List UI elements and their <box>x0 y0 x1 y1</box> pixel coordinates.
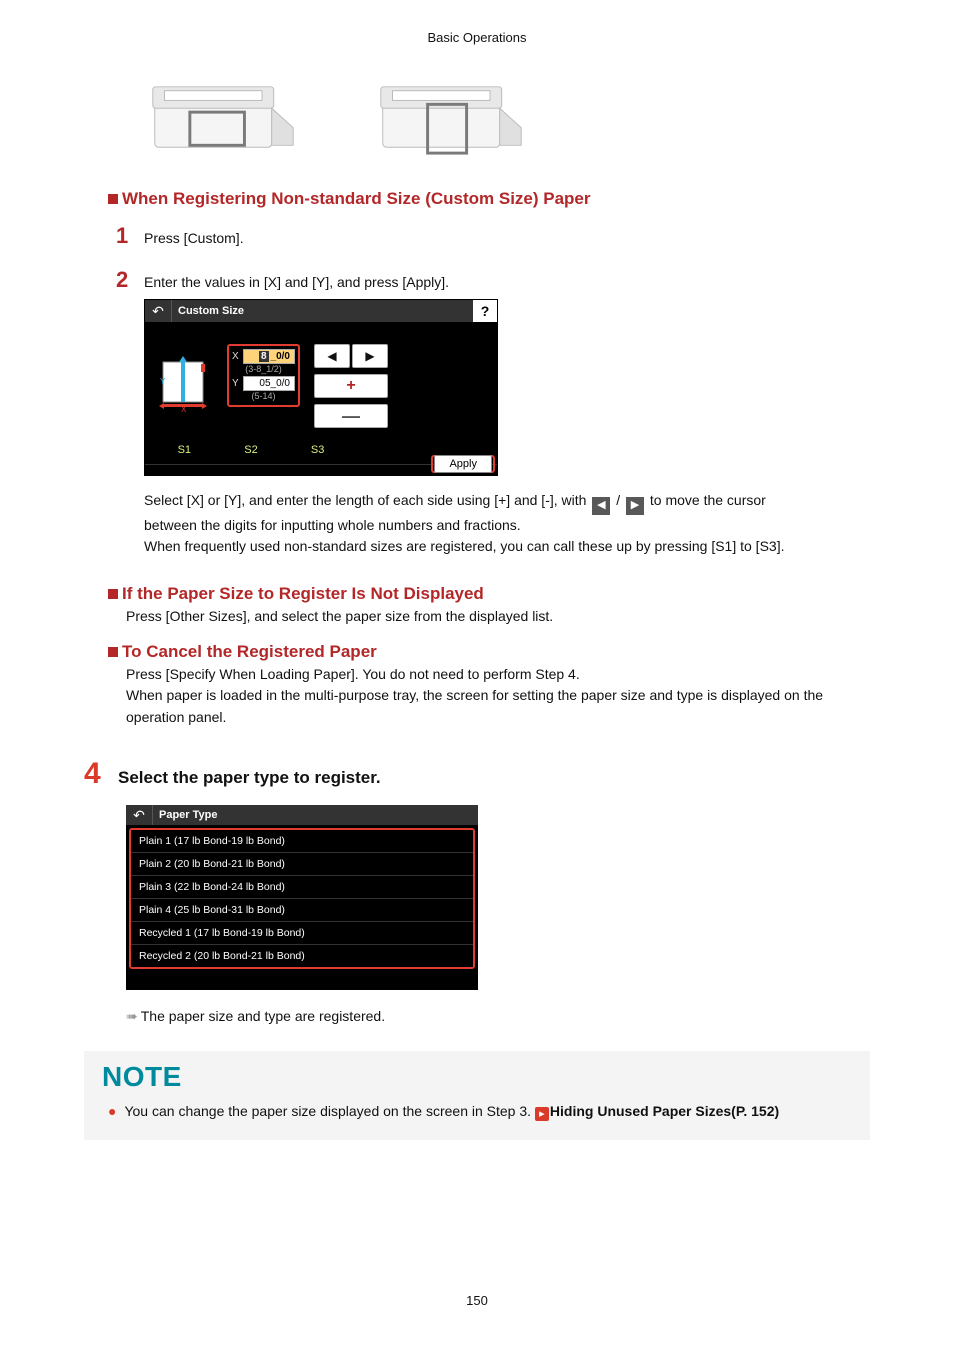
paper-type-list-highlight: Plain 1 (17 lb Bond-19 lb Bond) Plain 2 … <box>129 828 475 969</box>
paper-type-item[interactable]: Plain 3 (22 lb Bond-24 lb Bond) <box>131 876 473 899</box>
paper-type-item[interactable]: Plain 2 (20 lb Bond-21 lb Bond) <box>131 853 473 876</box>
xy-diagram: Y X <box>157 350 213 412</box>
paper-type-item[interactable]: Recycled 2 (20 lb Bond-21 lb Bond) <box>131 945 473 967</box>
step2-number: 2 <box>116 267 144 293</box>
custom-size-heading-text: When Registering Non-standard Size (Cust… <box>122 189 591 208</box>
step2-text: Enter the values in [X] and [Y], and pre… <box>144 273 449 293</box>
printer-tray-tall-illustration <box>372 79 530 157</box>
screen1-title: Custom Size <box>172 305 473 317</box>
y-value-input[interactable]: 05_0/0 <box>243 376 295 391</box>
right-arrow-icon: ▶ <box>626 497 644 515</box>
note-heading: NOTE <box>102 1061 852 1093</box>
cancel-heading-text: To Cancel the Registered Paper <box>122 642 377 661</box>
bullet-icon: ● <box>108 1101 116 1122</box>
preset-s3-button[interactable]: S3 <box>311 444 324 456</box>
note-text: You can change the paper size displayed … <box>124 1101 779 1122</box>
svg-text:Y: Y <box>160 377 166 386</box>
y-label: Y <box>232 378 240 389</box>
bullet-icon <box>108 589 118 599</box>
hiding-unused-paper-sizes-link[interactable]: Hiding Unused Paper Sizes(P. 152) <box>550 1103 779 1119</box>
screen2-title: Paper Type <box>153 809 218 821</box>
apply-highlight: Apply <box>431 455 495 473</box>
help-icon[interactable]: ? <box>473 300 497 322</box>
back-icon[interactable]: ↶ <box>126 805 153 825</box>
paper-type-item[interactable]: Recycled 1 (17 lb Bond-19 lb Bond) <box>131 922 473 945</box>
paper-type-item[interactable]: Plain 4 (25 lb Bond-31 lb Bond) <box>131 899 473 922</box>
x-label: X <box>232 351 240 362</box>
printer-tray-short-illustration <box>144 79 302 157</box>
step1-text: Press [Custom]. <box>144 229 244 249</box>
x-value-input[interactable]: 88_0/0_0/0 <box>243 349 295 364</box>
cursor-right-button[interactable]: ▶ <box>352 344 388 368</box>
apply-button[interactable]: Apply <box>434 455 492 473</box>
note-box: NOTE ● You can change the paper size dis… <box>84 1051 870 1140</box>
step1-number: 1 <box>116 223 144 249</box>
xy-fields-highlight: X 88_0/0_0/0 (3-8_1/2) Y 05_0/0 (5-14) <box>227 344 300 407</box>
custom-size-screen: ↶ Custom Size ? Y X <box>144 299 498 476</box>
paper-type-screen: ↶ Paper Type Plain 1 (17 lb Bond-19 lb B… <box>126 805 478 990</box>
link-icon: ▸ <box>535 1107 549 1121</box>
not-displayed-heading: If the Paper Size to Register Is Not Dis… <box>108 584 870 604</box>
cursor-left-button[interactable]: ◀ <box>314 344 350 368</box>
bullet-icon <box>108 194 118 204</box>
preset-s1-button[interactable]: S1 <box>178 444 191 456</box>
cancel-heading: To Cancel the Registered Paper <box>108 642 870 662</box>
back-icon[interactable]: ↶ <box>145 300 172 322</box>
not-displayed-text: Press [Other Sizes], and select the pape… <box>126 606 870 628</box>
x-range: (3-8_1/2) <box>232 364 295 374</box>
result-line: ➠The paper size and type are registered. <box>126 1008 870 1025</box>
preset-s2-button[interactable]: S2 <box>244 444 257 456</box>
step4-number: 4 <box>84 757 118 791</box>
step4-text: Select the paper type to register. <box>118 768 381 788</box>
paper-type-item[interactable]: Plain 1 (17 lb Bond-19 lb Bond) <box>131 830 473 853</box>
result-arrow-icon: ➠ <box>126 1008 137 1024</box>
custom-size-heading: When Registering Non-standard Size (Cust… <box>108 189 870 209</box>
cancel-text: Press [Specify When Loading Paper]. You … <box>126 664 870 729</box>
not-displayed-heading-text: If the Paper Size to Register Is Not Dis… <box>122 584 484 603</box>
svg-text:X: X <box>181 405 187 412</box>
explain-cursor: Select [X] or [Y], and enter the length … <box>144 490 870 558</box>
plus-button[interactable]: + <box>314 374 388 398</box>
left-arrow-icon: ◀ <box>592 497 610 515</box>
page-number: 150 <box>0 1293 954 1308</box>
y-range: (5-14) <box>232 391 295 401</box>
printer-illustrations <box>144 79 870 157</box>
bullet-icon <box>108 647 118 657</box>
minus-button[interactable]: — <box>314 404 388 428</box>
page-header: Basic Operations <box>84 30 870 45</box>
